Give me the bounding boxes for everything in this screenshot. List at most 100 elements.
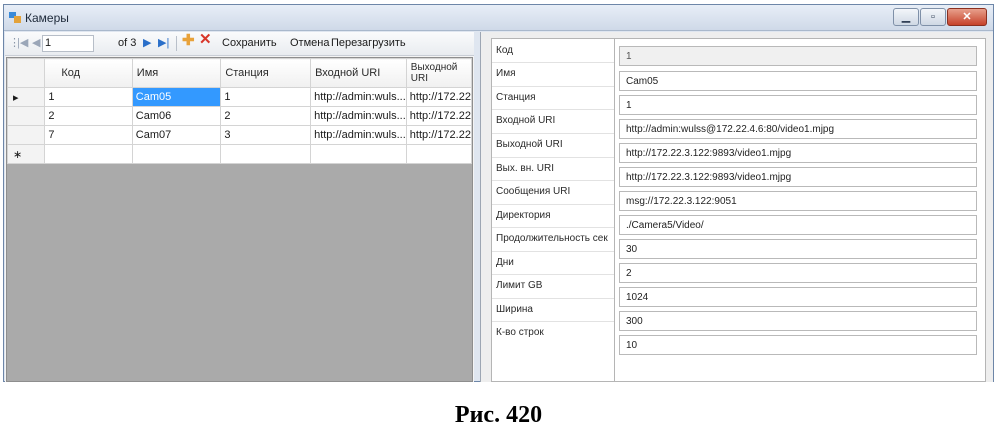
label-duration: Продолжительность сек bbox=[496, 233, 608, 244]
toolbar-separator bbox=[176, 36, 177, 51]
cell-station[interactable]: 2 bbox=[220, 106, 312, 126]
name-field[interactable]: Cam05 bbox=[619, 71, 977, 91]
close-icon: ✕ bbox=[962, 11, 972, 23]
label-code: Код bbox=[496, 45, 514, 56]
days-field[interactable]: 2 bbox=[619, 263, 977, 283]
move-first-icon[interactable]: |◀ bbox=[17, 36, 28, 50]
label-width: Ширина bbox=[496, 304, 533, 315]
cell-code[interactable]: 7 bbox=[44, 125, 133, 145]
reload-button[interactable]: Перезагрузить bbox=[331, 36, 406, 50]
label-name: Имя bbox=[496, 68, 516, 79]
cell-station[interactable]: 1 bbox=[220, 87, 312, 107]
new-row-marker-icon[interactable]: ∗ bbox=[6, 144, 46, 164]
move-last-icon[interactable]: ▶| bbox=[158, 36, 169, 50]
duration-field[interactable]: 30 bbox=[619, 239, 977, 259]
divider bbox=[492, 133, 615, 134]
cell-input-uri[interactable]: http://admin:wuls... bbox=[310, 125, 407, 145]
divider bbox=[492, 204, 615, 205]
column-header-name[interactable]: Имя bbox=[131, 58, 222, 88]
details-values: 1 Cam05 1 http://admin:wulss@172.22.4.6:… bbox=[614, 38, 986, 382]
cell-name[interactable]: Cam07 bbox=[131, 125, 222, 145]
input-uri-field[interactable]: http://admin:wulss@172.22.4.6:80/video1.… bbox=[619, 119, 977, 139]
title-bar: Камеры ▁ ▫ ✕ bbox=[4, 5, 993, 31]
divider bbox=[492, 109, 615, 110]
divider bbox=[492, 227, 615, 228]
label-messages-uri: Сообщения URI bbox=[496, 186, 571, 197]
divider bbox=[492, 86, 615, 87]
column-header-code[interactable]: Код bbox=[44, 58, 133, 88]
cell-name[interactable] bbox=[131, 144, 222, 164]
station-field[interactable]: 1 bbox=[619, 95, 977, 115]
cell-name[interactable]: Cam06 bbox=[131, 106, 222, 126]
details-panel: Код Имя Станция Входной URI Выходной URI… bbox=[480, 32, 993, 382]
divider bbox=[492, 157, 615, 158]
maximize-button[interactable]: ▫ bbox=[920, 8, 946, 26]
rows-count-field[interactable]: 10 bbox=[619, 335, 977, 355]
output-uri-field[interactable]: http://172.22.3.122:9893/video1.mjpg bbox=[619, 143, 977, 163]
limit-gb-field[interactable]: 1024 bbox=[619, 287, 977, 307]
label-rows-count: К-во строк bbox=[496, 327, 544, 338]
figure-caption: Рис. 420 bbox=[454, 402, 543, 428]
move-next-icon[interactable]: ▶ bbox=[143, 36, 151, 50]
cell-station[interactable]: 3 bbox=[220, 125, 312, 145]
cameras-window: Камеры ▁ ▫ ✕ ⋮ |◀ ◀ 1 of 3 ▶ ▶| ✚ ✕ Сохр… bbox=[3, 4, 994, 382]
label-output-uri: Выходной URI bbox=[496, 139, 563, 150]
width-field[interactable]: 300 bbox=[619, 311, 977, 331]
cell-station[interactable] bbox=[220, 144, 312, 164]
move-previous-icon[interactable]: ◀ bbox=[32, 36, 40, 50]
cancel-button[interactable]: Отмена bbox=[290, 36, 329, 50]
label-output-internal-uri: Вых. вн. URI bbox=[496, 163, 555, 174]
divider bbox=[492, 298, 615, 299]
add-new-icon[interactable]: ✚ bbox=[182, 33, 195, 48]
cell-output-uri[interactable]: http://172.22 bbox=[405, 125, 473, 145]
column-header-input-uri[interactable]: Входной URI bbox=[310, 58, 407, 88]
table-row[interactable]: 2 Cam06 2 http://admin:wuls... http://17… bbox=[6, 106, 473, 126]
divider bbox=[492, 62, 615, 63]
current-row-indicator-icon[interactable]: ▸ bbox=[6, 87, 46, 107]
row-header-corner bbox=[6, 58, 46, 88]
label-directory: Директория bbox=[496, 210, 551, 221]
cell-output-uri[interactable]: http://172.22 bbox=[405, 87, 473, 107]
cell-code[interactable] bbox=[44, 144, 133, 164]
row-header[interactable] bbox=[6, 106, 46, 126]
column-header-station[interactable]: Станция bbox=[220, 58, 312, 88]
divider bbox=[492, 321, 615, 322]
cell-input-uri[interactable]: http://admin:wuls... bbox=[310, 87, 407, 107]
app-icon bbox=[9, 12, 21, 23]
messages-uri-field[interactable]: msg://172.22.3.122:9051 bbox=[619, 191, 977, 211]
column-header-output-uri[interactable]: Выходной URI bbox=[405, 58, 473, 88]
grid-panel: ⋮ |◀ ◀ 1 of 3 ▶ ▶| ✚ ✕ Сохранить Отмена … bbox=[5, 32, 474, 382]
delete-icon[interactable]: ✕ bbox=[199, 32, 212, 47]
cell-code[interactable]: 1 bbox=[44, 87, 133, 107]
table-row[interactable]: ▸ 1 Cam05 1 http://admin:wuls... http://… bbox=[6, 87, 473, 107]
row-header[interactable] bbox=[6, 125, 46, 145]
cameras-grid: Код Имя Станция Входной URI Выходной URI… bbox=[6, 57, 473, 382]
position-input[interactable]: 1 bbox=[42, 35, 94, 52]
code-field: 1 bbox=[619, 46, 977, 66]
minimize-button[interactable]: ▁ bbox=[893, 8, 919, 26]
close-button[interactable]: ✕ bbox=[947, 8, 987, 26]
details-labels: Код Имя Станция Входной URI Выходной URI… bbox=[491, 38, 615, 382]
divider bbox=[492, 274, 615, 275]
table-row[interactable]: 7 Cam07 3 http://admin:wuls... http://17… bbox=[6, 125, 473, 145]
label-input-uri: Входной URI bbox=[496, 115, 556, 126]
cell-output-uri[interactable]: http://172.22 bbox=[405, 106, 473, 126]
directory-field[interactable]: ./Camera5/Video/ bbox=[619, 215, 977, 235]
label-days: Дни bbox=[496, 257, 514, 268]
divider bbox=[492, 180, 615, 181]
minimize-icon: ▁ bbox=[901, 11, 911, 23]
grid-header-row: Код Имя Станция Входной URI Выходной URI bbox=[6, 58, 473, 88]
save-button[interactable]: Сохранить bbox=[222, 36, 277, 50]
maximize-icon: ▫ bbox=[931, 11, 935, 23]
cell-code[interactable]: 2 bbox=[44, 106, 133, 126]
binding-navigator: ⋮ |◀ ◀ 1 of 3 ▶ ▶| ✚ ✕ Сохранить Отмена … bbox=[5, 32, 474, 56]
output-internal-uri-field[interactable]: http://172.22.3.122:9893/video1.mjpg bbox=[619, 167, 977, 187]
cell-input-uri[interactable] bbox=[310, 144, 407, 164]
new-row[interactable]: ∗ bbox=[6, 144, 473, 164]
cell-input-uri[interactable]: http://admin:wuls... bbox=[310, 106, 407, 126]
label-station: Станция bbox=[496, 92, 536, 103]
cell-name[interactable]: Cam05 bbox=[131, 87, 222, 107]
divider bbox=[492, 251, 615, 252]
cell-output-uri[interactable] bbox=[405, 144, 473, 164]
label-limit-gb: Лимит GB bbox=[496, 280, 543, 291]
